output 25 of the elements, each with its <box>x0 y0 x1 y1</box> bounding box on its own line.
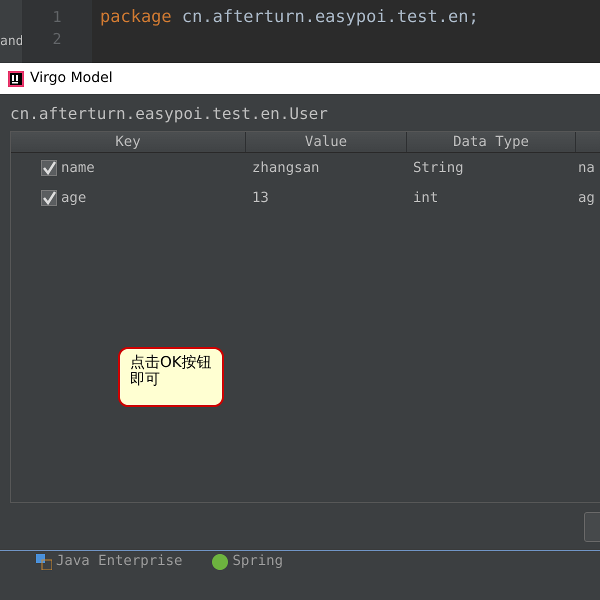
table-cell: int <box>413 190 438 206</box>
panel-label: and <box>0 34 24 49</box>
class-name: cn.afterturn.easypoi.test.en.User <box>10 103 329 125</box>
tool-window-label: Java Enterprise <box>56 552 182 571</box>
table-cell: na <box>578 160 595 176</box>
table-cell: 13 <box>252 190 269 206</box>
code-line: package cn.afterturn.easypoi.test.en; <box>100 7 479 27</box>
tool-window-tab[interactable]: Spring <box>212 551 284 572</box>
app-logo-icon <box>8 70 24 86</box>
callout-note: 点击OK按钮即可 <box>118 347 224 407</box>
column-header[interactable]: Value <box>246 132 407 152</box>
table-cell: String <box>413 160 464 176</box>
checkbox[interactable] <box>41 160 57 176</box>
window-title: Virgo Model <box>30 69 113 88</box>
table-cell: ag <box>578 190 595 206</box>
table-cell: age <box>61 190 86 206</box>
tool-window-tab[interactable]: Java Enterprise <box>36 551 182 572</box>
column-header[interactable]: Key <box>11 132 246 152</box>
table-cell: zhangsan <box>252 160 320 176</box>
checkbox[interactable] <box>41 190 57 206</box>
tool-window-label: Spring <box>232 552 284 571</box>
leaf-icon <box>212 554 228 570</box>
column-header[interactable]: Data Type <box>407 132 576 152</box>
module-icon <box>36 554 52 570</box>
table-cell: name <box>61 160 95 176</box>
